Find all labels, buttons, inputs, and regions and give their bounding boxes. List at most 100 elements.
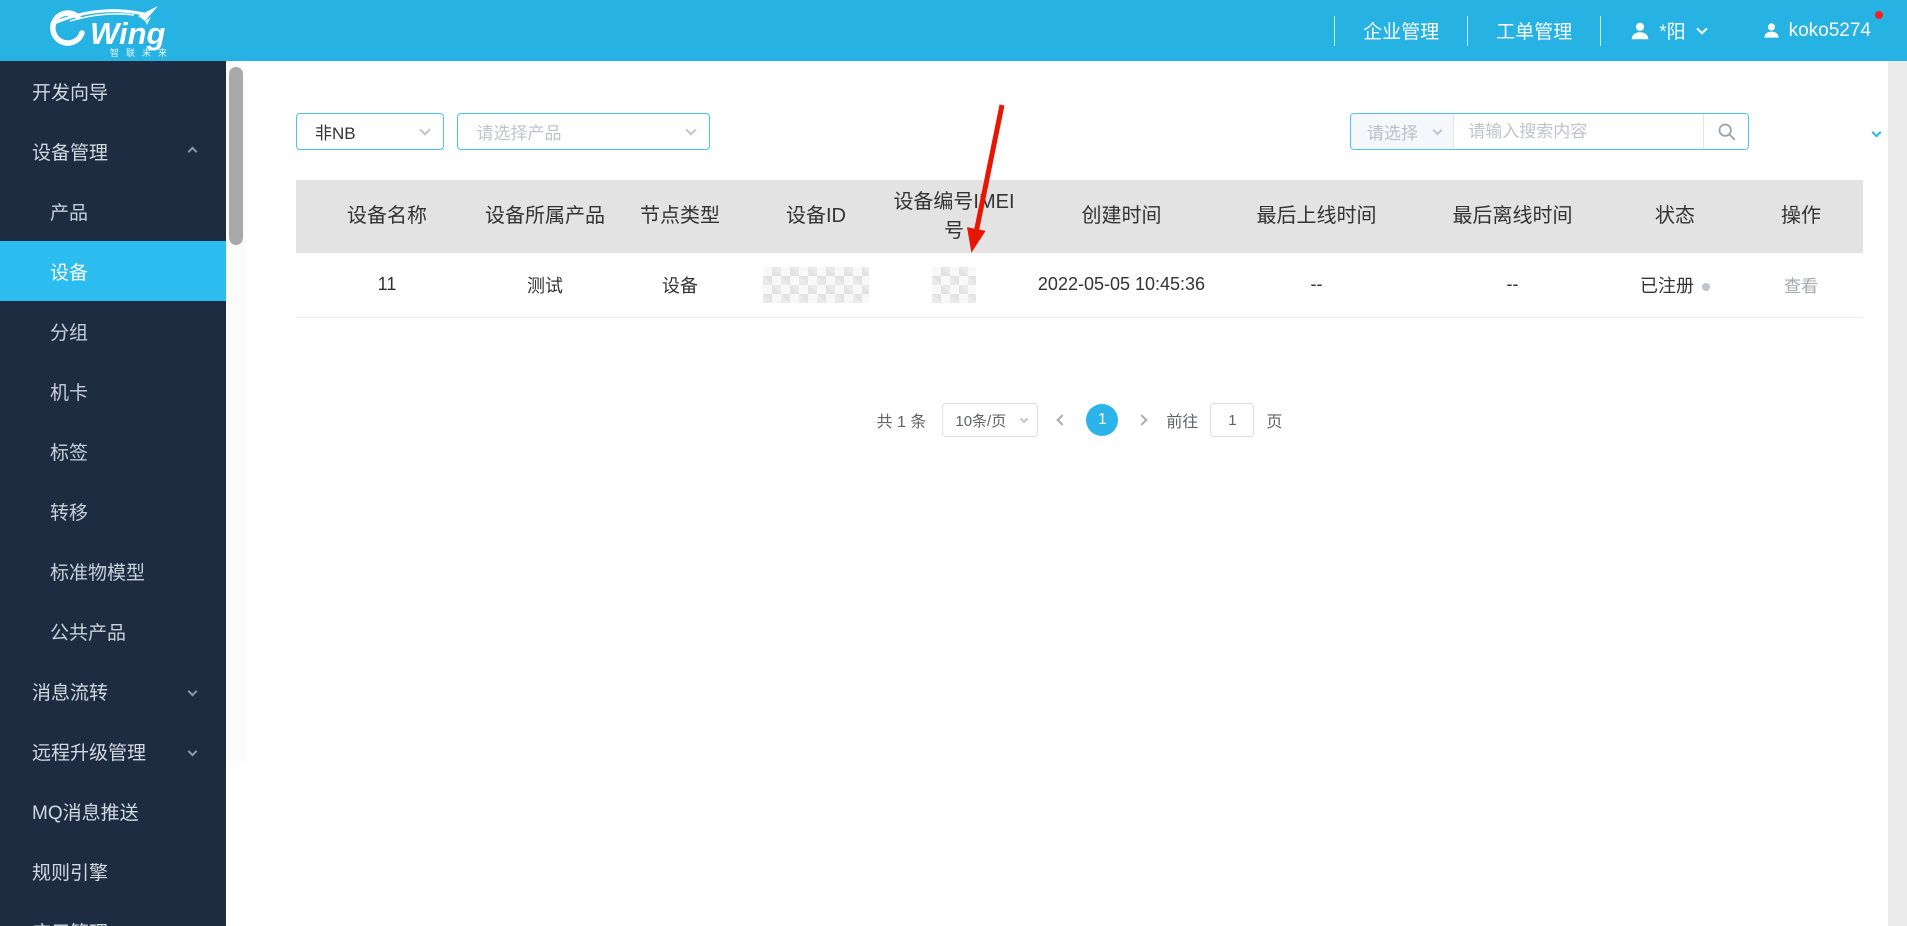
sidebar-scrollbar-track[interactable] xyxy=(226,61,246,761)
sidebar-item-产品[interactable]: 产品 xyxy=(0,181,226,241)
column-header-节点类型: 节点类型 xyxy=(640,205,720,227)
column-header-设备名称: 设备名称 xyxy=(347,205,427,227)
sidebar-item-label: 设备管理 xyxy=(32,142,109,164)
cell-action: 查看 xyxy=(1739,253,1863,317)
nav-divider xyxy=(1467,15,1469,46)
user-menu[interactable]: *阳 xyxy=(1629,17,1708,44)
brand-logo[interactable]: Wing 智联未来 xyxy=(46,4,206,58)
search-group: 请选择 xyxy=(1350,113,1749,150)
search-input[interactable] xyxy=(1454,114,1704,149)
user-icon xyxy=(1631,22,1649,39)
page-size-select[interactable]: 10条/页 xyxy=(942,403,1039,437)
chevron-down-icon xyxy=(1432,125,1443,135)
sidebar-item-远程升级管理[interactable]: 远程升级管理 xyxy=(0,721,226,781)
cell-product: 测试 xyxy=(527,275,563,296)
notification-badge xyxy=(1875,10,1883,19)
sidebar-item-规则引擎[interactable]: 规则引擎 xyxy=(0,841,226,901)
sidebar-item-label: 标准物模型 xyxy=(50,562,146,584)
sidebar-item-label: 开发向导 xyxy=(32,82,109,104)
sidebar-item-开发向导[interactable]: 开发向导 xyxy=(0,61,226,121)
sidebar-scrollbar-thumb[interactable] xyxy=(229,67,243,245)
device-id-redacted-mosaic xyxy=(763,266,869,303)
logo-tagline: 智联未来 xyxy=(110,48,175,58)
filter-toolbar: 非NB 请选择产品 请选择 高级搜索 xyxy=(296,113,1907,150)
sidebar-item-label: 转移 xyxy=(50,502,89,524)
status-text: 已注册 xyxy=(1640,275,1694,296)
main-content: 非NB 请选择产品 请选择 高级搜索 xyxy=(246,61,1907,926)
cell-status: 已注册 xyxy=(1611,253,1739,317)
search-field-select[interactable]: 请选择 xyxy=(1351,114,1455,149)
sidebar-item-label: 消息流转 xyxy=(32,682,109,704)
sidebar-nav: 开发向导设备管理产品设备分组机卡标签转移标准物模型公共产品消息流转远程升级管理 M… xyxy=(0,61,226,926)
chevron-down-icon xyxy=(685,124,698,136)
cell-last-online: -- xyxy=(1310,274,1323,295)
product-select[interactable]: 请选择产品 xyxy=(457,113,711,150)
status-dot-icon xyxy=(1702,283,1710,291)
chevron-down-icon xyxy=(419,124,431,136)
prev-page-button[interactable] xyxy=(1054,414,1070,426)
account-menu[interactable]: koko5274 xyxy=(1762,10,1883,42)
sidebar-item-设备管理[interactable]: 设备管理 xyxy=(0,121,226,181)
cell-created-time: 2022-05-05 10:45:36 xyxy=(1037,274,1206,295)
chevron-up-icon xyxy=(187,146,198,156)
nav-divider xyxy=(1334,15,1336,46)
sidebar-item-label: MQ消息推送 xyxy=(32,802,139,824)
cell-device-id xyxy=(748,253,884,317)
column-header-设备ID: 设备ID xyxy=(786,205,846,227)
sidebar-item-label: 应用管理 xyxy=(32,918,108,926)
sidebar-item-label: 公共产品 xyxy=(50,622,127,644)
account-label: koko5274 xyxy=(1788,19,1871,41)
app-header: Wing 智联未来 企业管理 工单管理 *阳 koko5274 xyxy=(0,0,1907,61)
column-header-设备所属产品: 设备所属产品 xyxy=(485,205,605,227)
page-number-active[interactable]: 1 xyxy=(1086,404,1119,436)
sidebar-item-消息流转[interactable]: 消息流转 xyxy=(0,661,226,721)
table-header: 设备名称 设备所属产品 节点类型 设备ID 设备编号IMEI号 创建时间 最后上线时间 最后离… xyxy=(296,180,1863,253)
sidebar-item-label: 机卡 xyxy=(50,382,89,404)
nav-item-workorder[interactable]: 工单管理 xyxy=(1496,17,1572,44)
goto-page-input[interactable] xyxy=(1210,403,1255,437)
table-row[interactable]: 11 测试 设备 2022-05-05 10:45:36 -- -- 已注册 查… xyxy=(296,253,1863,317)
chevron-down-icon xyxy=(187,746,198,756)
next-page-button[interactable] xyxy=(1134,414,1150,426)
nav-item-enterprise[interactable]: 企业管理 xyxy=(1363,17,1439,44)
column-header-最后离线时间: 最后离线时间 xyxy=(1452,205,1573,227)
column-header-设备编号IMEI号: 设备编号IMEI号 xyxy=(893,190,1015,242)
page-scrollbar-track[interactable] xyxy=(1888,61,1907,926)
cell-imei xyxy=(884,253,1024,317)
sidebar-item-应用管理[interactable]: 应用管理 xyxy=(0,901,226,926)
sidebar-item-机卡[interactable]: 机卡 xyxy=(0,361,226,421)
device-table: 设备名称 设备所属产品 节点类型 设备ID 设备编号IMEI号 创建时间 最后上线时间 最后离… xyxy=(296,180,1863,318)
page-unit-label: 页 xyxy=(1266,414,1283,431)
sidebar-item-分组[interactable]: 分组 xyxy=(0,301,226,361)
sidebar-item-标签[interactable]: 标签 xyxy=(0,421,226,481)
cell-last-offline: -- xyxy=(1506,274,1519,295)
nav-divider xyxy=(1600,15,1602,46)
sidebar-item-标准物模型[interactable]: 标准物模型 xyxy=(0,541,226,601)
sidebar-item-MQ消息推送[interactable]: MQ消息推送 xyxy=(0,781,226,841)
goto-label: 前往 xyxy=(1166,414,1199,431)
column-header-最后上线时间: 最后上线时间 xyxy=(1256,205,1377,227)
account-icon xyxy=(1763,23,1779,38)
chevron-down-icon xyxy=(187,686,198,696)
sidebar-item-label: 远程升级管理 xyxy=(32,742,147,764)
cell-device-name: 11 xyxy=(377,274,397,295)
sidebar-item-label: 设备 xyxy=(50,262,89,284)
column-header-状态: 状态 xyxy=(1655,205,1695,227)
search-icon xyxy=(1718,123,1735,141)
column-header-操作: 操作 xyxy=(1781,205,1821,227)
sidebar-item-设备[interactable]: 设备 xyxy=(0,241,226,301)
device-type-select[interactable]: 非NB xyxy=(296,113,444,150)
sidebar-item-转移[interactable]: 转移 xyxy=(0,481,226,541)
search-button[interactable] xyxy=(1703,114,1748,149)
view-link[interactable]: 查看 xyxy=(1784,277,1818,296)
top-navigation: 企业管理 工单管理 *阳 koko5274 xyxy=(1306,0,1887,61)
product-select-placeholder: 请选择产品 xyxy=(476,124,562,143)
page-size-value: 10条/页 xyxy=(955,412,1007,430)
sidebar-item-label: 产品 xyxy=(50,202,89,224)
total-count-label: 共 1 条 xyxy=(876,414,927,431)
column-header-创建时间: 创建时间 xyxy=(1081,205,1162,227)
imei-redacted-mosaic xyxy=(932,266,976,303)
sidebar-item-label: 规则引擎 xyxy=(32,862,109,884)
pagination-bar: 共 1 条 10条/页 1 前往 页 xyxy=(296,403,1863,437)
sidebar-item-公共产品[interactable]: 公共产品 xyxy=(0,601,226,661)
